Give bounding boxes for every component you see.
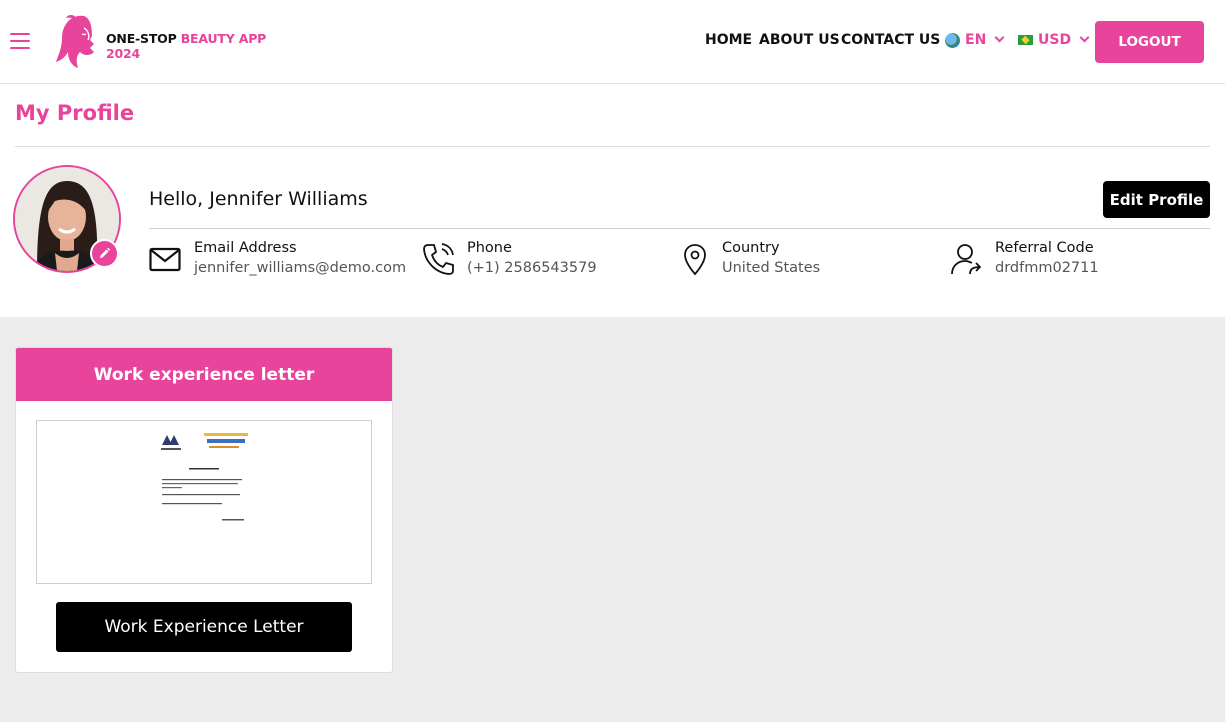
- nav-contact-us[interactable]: CONTACT US: [841, 32, 940, 48]
- globe-icon: [945, 32, 960, 48]
- greeting: Hello, Jennifer Williams: [149, 188, 368, 210]
- referral-value: drdfmm02711: [995, 260, 1099, 276]
- nav-home[interactable]: HOME: [705, 32, 752, 48]
- card-title: Work experience letter: [16, 348, 392, 401]
- top-header: ONE-STOP BEAUTY APP 2024 HOME ABOUT US C…: [0, 0, 1225, 84]
- email-label: Email Address: [194, 240, 297, 256]
- logout-button[interactable]: LOGOUT: [1095, 21, 1204, 63]
- beauty-logo-icon: [56, 15, 94, 68]
- view-work-experience-letter-button[interactable]: Work Experience Letter: [56, 602, 352, 652]
- phone-icon: [423, 243, 454, 275]
- app-name-year: 2024: [106, 46, 140, 61]
- referral-label: Referral Code: [995, 240, 1094, 256]
- location-pin-icon: [684, 244, 706, 276]
- language-value: EN: [965, 32, 987, 48]
- nav-about-us[interactable]: ABOUT US: [759, 32, 840, 48]
- language-selector[interactable]: EN: [945, 32, 1005, 48]
- app-name-part1: ONE-STOP: [106, 31, 177, 46]
- edit-profile-button[interactable]: Edit Profile: [1103, 181, 1210, 218]
- chevron-down-icon: [994, 32, 1005, 43]
- envelope-icon: [149, 247, 181, 272]
- chevron-down-icon: [1079, 32, 1090, 43]
- pencil-icon: [100, 247, 111, 258]
- menu-icon[interactable]: [10, 33, 30, 49]
- currency-selector[interactable]: USD: [1018, 32, 1090, 48]
- document-thumbnail-image: [149, 429, 259, 579]
- phone-value: (+1) 2586543579: [467, 260, 597, 276]
- user-share-icon: [951, 244, 981, 275]
- divider: [149, 228, 1210, 229]
- edit-avatar-button[interactable]: [90, 239, 119, 268]
- app-name[interactable]: ONE-STOP BEAUTY APP 2024: [106, 31, 266, 61]
- country-label: Country: [722, 240, 780, 256]
- country-value: United States: [722, 260, 821, 276]
- currency-flag-icon: [1018, 35, 1033, 45]
- app-name-part2: BEAUTY APP: [180, 31, 267, 46]
- document-card: Work experience letter Work Experience L…: [15, 347, 393, 673]
- email-value: jennifer_williams@demo.com: [194, 260, 407, 276]
- document-preview[interactable]: [36, 420, 372, 584]
- profile-section: My Profile Hello, Jennifer Williams Edit…: [0, 84, 1225, 317]
- phone-label: Phone: [467, 240, 512, 256]
- divider: [15, 146, 1210, 147]
- page-title: My Profile: [15, 101, 135, 125]
- currency-value: USD: [1038, 32, 1072, 48]
